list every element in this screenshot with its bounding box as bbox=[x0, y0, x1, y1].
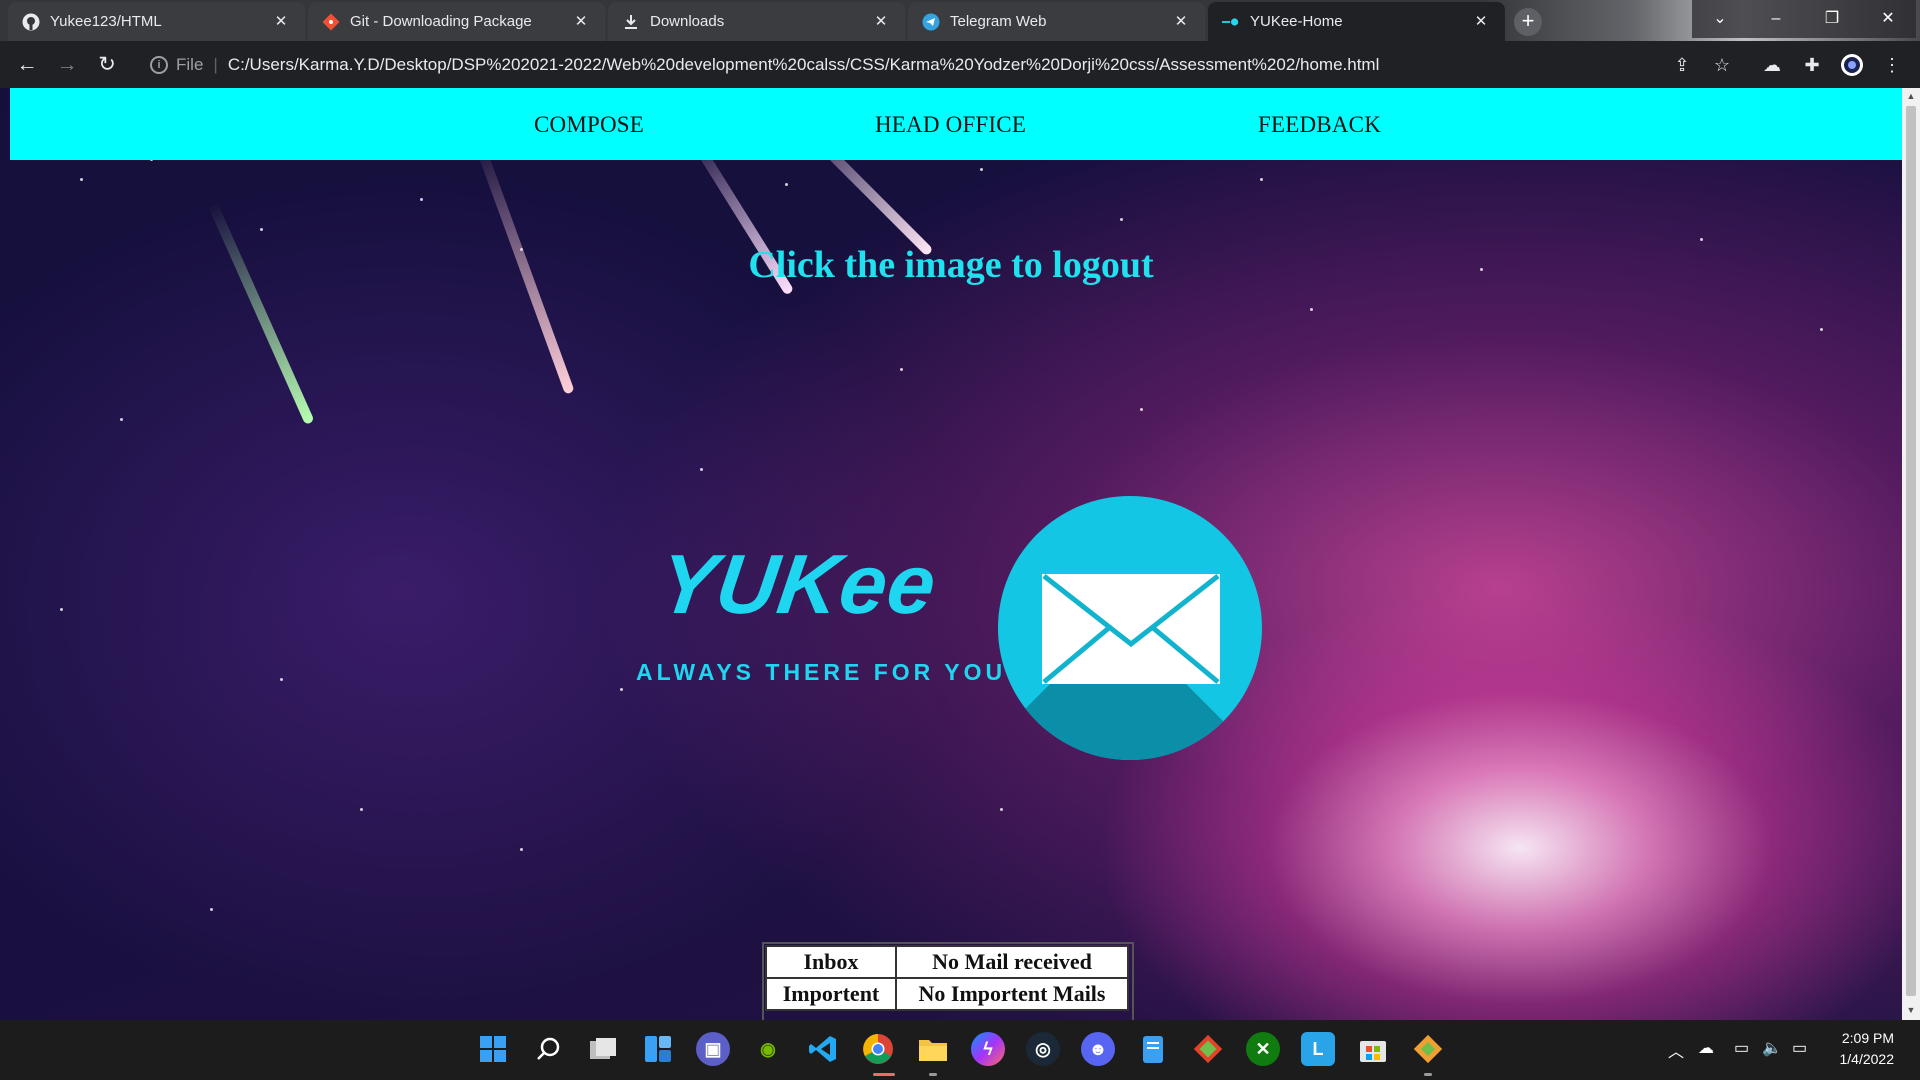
widgets-icon[interactable] bbox=[641, 1032, 675, 1066]
table-cell-value: No Mail received bbox=[895, 945, 1129, 979]
divider: | bbox=[213, 55, 218, 74]
close-window-button[interactable]: ✕ bbox=[1860, 0, 1916, 38]
tab-telegram[interactable]: Telegram Web ✕ bbox=[908, 2, 1205, 41]
scroll-up-arrow-icon[interactable]: ▲ bbox=[1902, 88, 1920, 104]
info-icon[interactable]: i bbox=[150, 56, 168, 74]
tab-github[interactable]: Yukee123/HTML ✕ bbox=[8, 2, 305, 41]
menu-kebab-icon[interactable]: ⋮ bbox=[1880, 53, 1904, 77]
scroll-down-arrow-icon[interactable]: ▼ bbox=[1902, 1002, 1920, 1018]
nav-head-office-link[interactable]: HEAD OFFICE bbox=[875, 112, 1026, 138]
tab-strip: Yukee123/HTML ✕ Git - Downloading Packag… bbox=[0, 0, 1920, 41]
nvidia-icon[interactable]: ◉ bbox=[751, 1032, 785, 1066]
tab-yukee-home[interactable]: YUKee-Home ✕ bbox=[1208, 2, 1505, 41]
tab-git[interactable]: Git - Downloading Package ✕ bbox=[308, 2, 605, 41]
restore-button[interactable]: ❐ bbox=[1804, 0, 1860, 38]
chrome-icon[interactable] bbox=[861, 1032, 895, 1066]
xbox-icon[interactable]: ✕ bbox=[1246, 1032, 1280, 1066]
onedrive-cloud-icon[interactable]: ☁ bbox=[1698, 1038, 1714, 1058]
meteor-green bbox=[207, 201, 315, 426]
git-icon bbox=[322, 13, 340, 31]
steam-icon[interactable]: ◎ bbox=[1026, 1032, 1060, 1066]
page-viewport: COMPOSE HEAD OFFICE FEEDBACK Click the i… bbox=[0, 88, 1902, 1020]
file-explorer-icon[interactable] bbox=[916, 1032, 950, 1066]
forward-button[interactable]: → bbox=[52, 50, 82, 80]
cloud-extension-icon[interactable]: ☁ bbox=[1760, 53, 1784, 77]
github-icon bbox=[22, 13, 40, 31]
reload-button[interactable]: ↻ bbox=[92, 50, 122, 80]
store-icon[interactable] bbox=[1356, 1032, 1390, 1066]
bookmark-star-icon[interactable]: ☆ bbox=[1710, 53, 1734, 77]
tray-overflow-chevron-icon[interactable]: ︿ bbox=[1668, 1038, 1684, 1062]
windows-taskbar: ▣ ◉ ϟ ◎ ☻ ✕ L ︿ ☁ ▭ 🔈 ▭ 2:09 PM 1/4/2022 bbox=[0, 1020, 1920, 1080]
system-clock[interactable]: 2:09 PM 1/4/2022 bbox=[1840, 1028, 1895, 1070]
tab-search-button[interactable]: ⌄ bbox=[1692, 0, 1748, 38]
battery-icon[interactable]: ▭ bbox=[1792, 1038, 1807, 1058]
clock-time: 2:09 PM bbox=[1841, 1030, 1894, 1046]
url-text[interactable]: C:/Users/Karma.Y.D/Desktop/DSP%202021-20… bbox=[228, 55, 1380, 75]
vscode-icon[interactable] bbox=[806, 1032, 840, 1066]
tab-title: Git - Downloading Package bbox=[350, 13, 532, 30]
close-icon[interactable]: ✕ bbox=[271, 12, 291, 32]
git-gui-icon[interactable] bbox=[1191, 1032, 1225, 1066]
close-icon[interactable]: ✕ bbox=[1171, 12, 1191, 32]
mail-status-table: Inbox No Mail received Importent No Impo… bbox=[765, 945, 1129, 1011]
table-row: Inbox No Mail received bbox=[765, 945, 1129, 979]
back-button[interactable]: ← bbox=[12, 50, 42, 80]
nav-compose-link[interactable]: COMPOSE bbox=[534, 112, 644, 138]
logo-wordmark: YUKee bbox=[653, 537, 943, 631]
table-row: Importent No Importent Mails bbox=[765, 977, 1129, 1011]
messenger-icon[interactable]: ϟ bbox=[971, 1032, 1005, 1066]
volume-icon[interactable]: 🔈 bbox=[1762, 1038, 1782, 1058]
envelope-icon bbox=[1042, 574, 1220, 684]
scheme-label: File bbox=[176, 55, 204, 74]
git-icon[interactable] bbox=[1411, 1032, 1445, 1066]
profile-avatar-icon[interactable] bbox=[1840, 53, 1864, 77]
extensions-puzzle-icon[interactable]: ✚ bbox=[1800, 53, 1824, 77]
download-icon bbox=[622, 13, 640, 31]
logout-logo-image[interactable]: YUKee ALWAYS THERE FOR YOU bbox=[630, 496, 1270, 766]
scroll-thumb[interactable] bbox=[1906, 106, 1916, 996]
running-app-indicator bbox=[1424, 1073, 1432, 1076]
nav-feedback-link[interactable]: FEEDBACK bbox=[1258, 112, 1381, 138]
clock-date: 1/4/2022 bbox=[1839, 1051, 1895, 1067]
logout-heading: Click the image to logout bbox=[748, 244, 1154, 286]
close-icon[interactable]: ✕ bbox=[571, 12, 591, 32]
close-icon[interactable]: ✕ bbox=[871, 12, 891, 32]
address-bar[interactable]: i File | C:/Users/Karma.Y.D/Desktop/DSP%… bbox=[138, 48, 1778, 82]
tab-title: Yukee123/HTML bbox=[50, 13, 162, 30]
search-icon[interactable] bbox=[531, 1032, 565, 1066]
l-app-icon[interactable]: L bbox=[1301, 1032, 1335, 1066]
tab-title: Telegram Web bbox=[950, 13, 1047, 30]
task-view-icon[interactable] bbox=[586, 1032, 620, 1066]
discord-icon[interactable]: ☻ bbox=[1081, 1032, 1115, 1066]
teams-chat-icon[interactable]: ▣ bbox=[696, 1032, 730, 1066]
table-cell-value: No Importent Mails bbox=[895, 977, 1129, 1011]
telegram-icon bbox=[922, 13, 940, 31]
close-icon[interactable]: ✕ bbox=[1471, 12, 1491, 32]
top-navbar: COMPOSE HEAD OFFICE FEEDBACK bbox=[10, 88, 1902, 160]
logo-tagline: ALWAYS THERE FOR YOU bbox=[636, 659, 1007, 685]
start-icon[interactable] bbox=[476, 1032, 510, 1066]
running-app-indicator bbox=[929, 1073, 937, 1076]
share-icon[interactable]: ⇪ bbox=[1670, 53, 1694, 77]
tab-title: YUKee-Home bbox=[1250, 13, 1343, 30]
logo-circle bbox=[998, 496, 1262, 760]
table-cell-label: Inbox bbox=[765, 945, 897, 979]
minimize-button[interactable]: – bbox=[1748, 0, 1804, 38]
new-tab-button[interactable]: + bbox=[1514, 8, 1542, 36]
active-app-indicator bbox=[873, 1073, 895, 1076]
page-icon bbox=[1222, 13, 1240, 31]
notepad-icon[interactable] bbox=[1136, 1032, 1170, 1066]
tab-title: Downloads bbox=[650, 13, 725, 30]
browser-toolbar: ← → ↻ i File | C:/Users/Karma.Y.D/Deskto… bbox=[0, 41, 1920, 88]
page-scrollbar[interactable]: ▲ ▼ bbox=[1902, 88, 1920, 1020]
table-cell-label: Importent bbox=[765, 977, 897, 1011]
network-icon[interactable]: ▭ bbox=[1734, 1038, 1749, 1058]
tab-downloads[interactable]: Downloads ✕ bbox=[608, 2, 905, 41]
